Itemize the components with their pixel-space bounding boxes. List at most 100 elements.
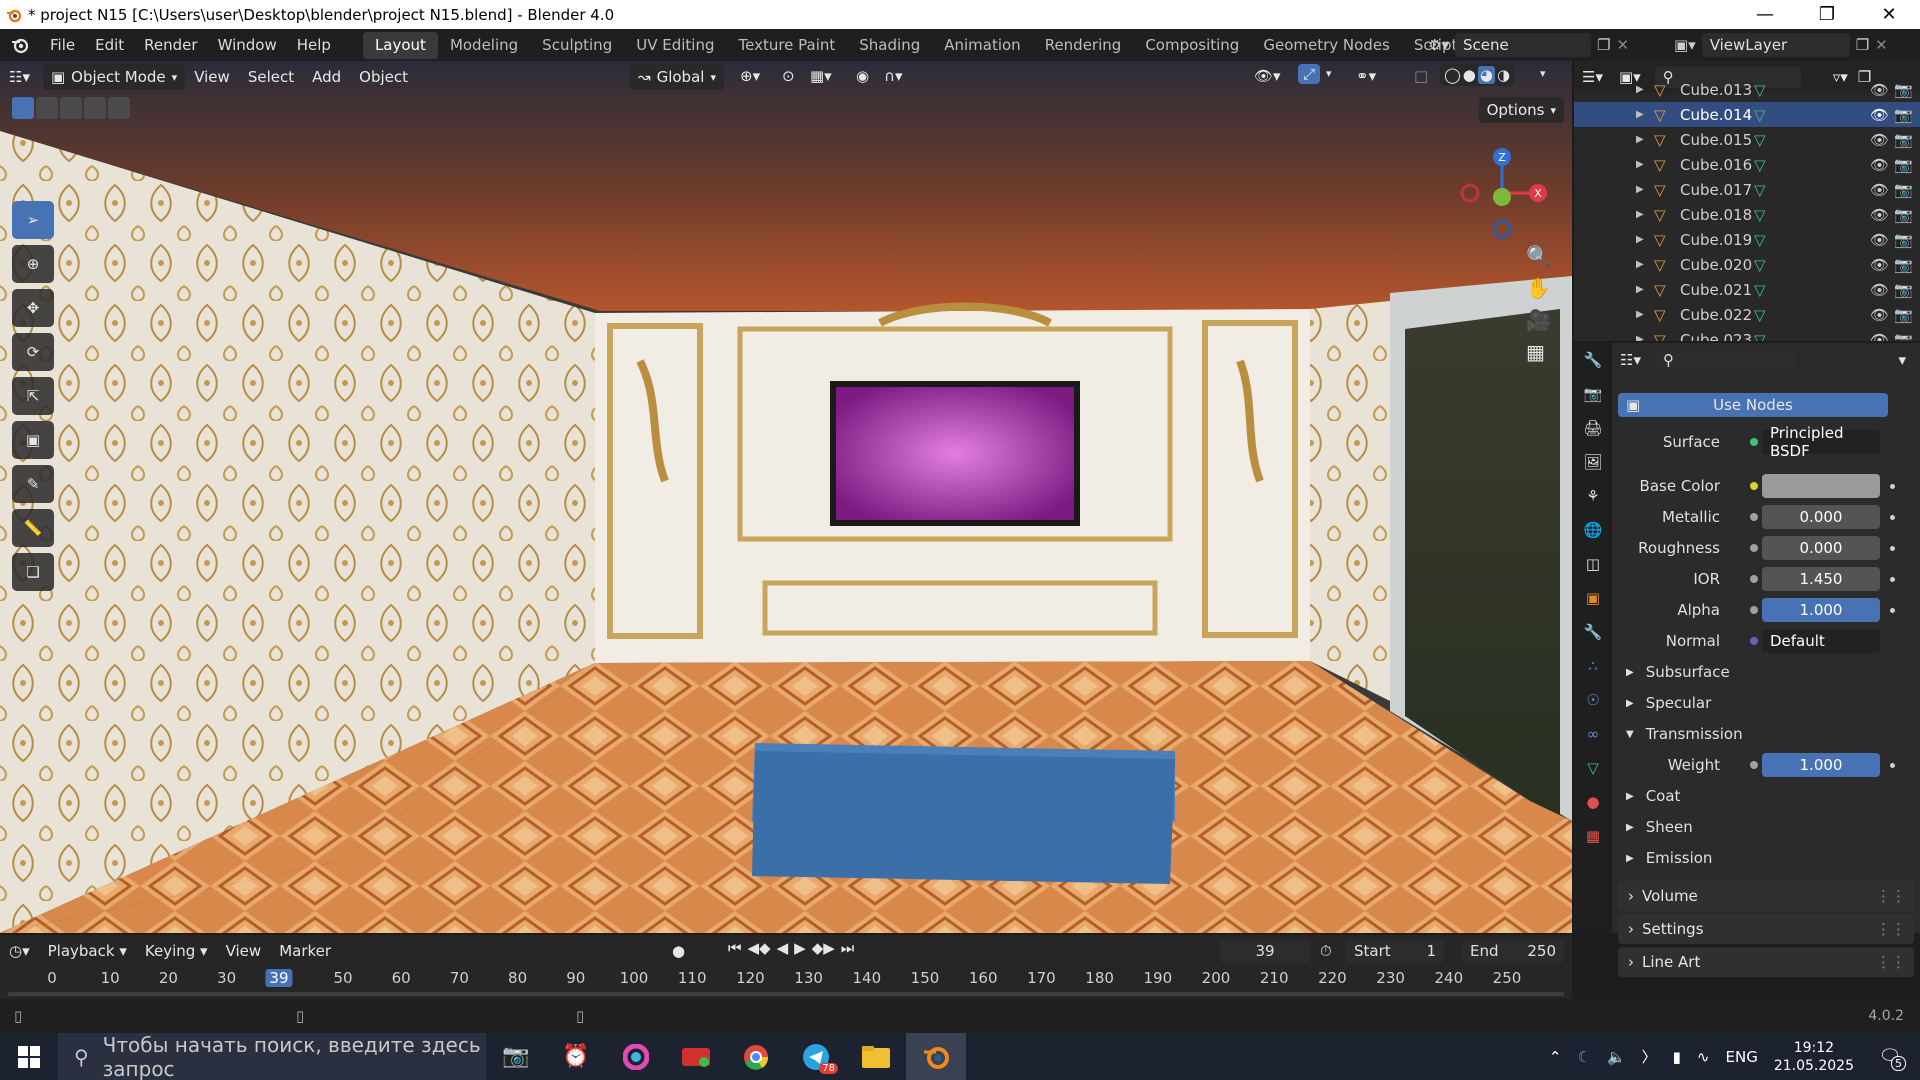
jump-start-icon[interactable]: ⏮ [728, 939, 742, 957]
view-layer-icon[interactable]: ▣▾ [1674, 36, 1696, 54]
visibility-eye-icon[interactable]: 👁 [1870, 281, 1889, 299]
expand-arrow-icon[interactable]: ▶ [1636, 184, 1644, 195]
expand-arrow-icon[interactable]: ▶ [1636, 309, 1644, 320]
surface-shader-field[interactable]: Principled BSDF [1762, 424, 1880, 460]
transmission-subpanel[interactable]: ▼ Transmission [1626, 721, 1743, 747]
maximize-button[interactable]: ❐ [1796, 0, 1858, 29]
mesh-data-icon[interactable]: ▽ [1754, 231, 1766, 249]
gizmo-neg-x-axis[interactable] [1460, 183, 1480, 203]
constraints-tab-icon[interactable]: ∞ [1574, 717, 1612, 751]
marker-menu[interactable]: Marker [270, 942, 340, 960]
drag-handle-icon[interactable]: ⋮⋮ [1876, 953, 1906, 971]
world-tab-icon[interactable]: 🌐 [1574, 513, 1612, 547]
expand-arrow-icon[interactable]: ▶ [1636, 134, 1644, 145]
pivot-point-icon[interactable]: ⊕▾ [740, 67, 760, 85]
add-cube-tool-icon[interactable]: ❏ [12, 553, 54, 591]
workspace-tab-modeling[interactable]: Modeling [438, 32, 530, 59]
expand-arrow-icon[interactable]: ▶ [1636, 259, 1644, 270]
workspace-tab-uv-editing[interactable]: UV Editing [624, 32, 726, 59]
outliner-row[interactable]: ▶ ▽ Cube.020 ▽ 👁 📷 [1574, 252, 1920, 277]
keying-menu[interactable]: Keying ▾ [136, 942, 217, 960]
3d-viewport[interactable]: ☷▾ ▣ Object Mode ▾ View Select Add Objec… [0, 61, 1572, 933]
outliner-row[interactable]: ▶ ▽ Cube.015 ▽ 👁 📷 [1574, 127, 1920, 152]
view-layer-field[interactable]: ViewLayer [1701, 33, 1850, 57]
frame-ruler[interactable]: 0 10 20 30 39 50 60 70 80 90 100 110 120 130 140 150 160… [0, 967, 1572, 989]
alpha-field[interactable]: 1.000 [1762, 598, 1880, 622]
keyframe-dot-icon[interactable] [1890, 484, 1895, 489]
workspace-tab-sculpting[interactable]: Sculpting [530, 32, 624, 59]
zoom-icon[interactable]: 🔍 [1526, 244, 1556, 268]
visibility-eye-icon[interactable]: 👁 [1870, 106, 1889, 124]
overlays-icon[interactable]: ⚭▾ [1356, 67, 1376, 85]
measure-tool-icon[interactable]: 📏 [12, 509, 54, 547]
particles-tab-icon[interactable]: ∴ [1574, 649, 1612, 683]
subsurface-subpanel[interactable]: ▶ Subsurface [1626, 659, 1730, 685]
properties-options-icon[interactable]: ▾ [1898, 351, 1906, 369]
delete-view-layer-icon[interactable]: ✕ [1875, 36, 1888, 54]
metallic-field[interactable]: 0.000 [1762, 505, 1880, 529]
mesh-data-icon[interactable]: ▽ [1754, 131, 1766, 149]
emission-subpanel[interactable]: ▶ Emission [1626, 845, 1712, 871]
render-tab-icon[interactable]: 📷 [1574, 377, 1612, 411]
outliner-row[interactable]: ▶ ▽ Cube.013 ▽ 👁 📷 [1574, 77, 1920, 102]
timeline-scrollbar[interactable] [8, 992, 1564, 996]
play-icon[interactable]: ▶ [794, 939, 806, 957]
roughness-field[interactable]: 0.000 [1762, 536, 1880, 560]
wireframe-shading-icon[interactable]: ◯ [1444, 66, 1461, 84]
select-difference-icon[interactable] [84, 97, 106, 119]
workspace-tab-layout[interactable]: Layout [362, 31, 438, 59]
wifi-icon[interactable]: ∿ [1697, 1048, 1710, 1066]
select-subtract-icon[interactable] [60, 97, 82, 119]
viewport-menu-object[interactable]: Object [350, 68, 417, 86]
falloff-icon[interactable]: ∩▾ [884, 67, 903, 85]
material-shading-icon[interactable]: ◕ [1477, 66, 1495, 84]
visibility-eye-icon[interactable]: 👁 [1870, 206, 1889, 224]
notification-center-icon[interactable]: 🗨 5 [1870, 1046, 1910, 1071]
expand-arrow-icon[interactable]: ▶ [1636, 159, 1644, 170]
xray-icon[interactable]: □ [1414, 67, 1428, 85]
tray-overflow-icon[interactable]: ⌃ [1549, 1048, 1562, 1066]
expand-arrow-icon[interactable]: ▶ [1636, 234, 1644, 245]
render-camera-icon[interactable]: 📷 [1894, 231, 1913, 249]
perspective-grid-icon[interactable]: ▦ [1526, 340, 1556, 364]
drag-handle-icon[interactable]: ⋮⋮ [1876, 920, 1906, 938]
render-camera-icon[interactable]: 📷 [1894, 256, 1913, 274]
mesh-data-icon[interactable]: ▽ [1754, 81, 1766, 99]
expand-arrow-icon[interactable]: ▶ [1636, 284, 1644, 295]
prev-keyframe-icon[interactable]: ◀◆ [748, 939, 771, 957]
outliner-row[interactable]: ▶ ▽ Cube.021 ▽ 👁 📷 [1574, 277, 1920, 302]
blender-menu-icon[interactable] [0, 29, 40, 61]
object-tab-icon[interactable]: ▣ [1574, 581, 1612, 615]
visibility-icon[interactable]: 👁▾ [1254, 67, 1281, 85]
battery-icon[interactable]: ▮ [1673, 1048, 1681, 1066]
select-intersect-icon[interactable] [108, 97, 130, 119]
workspace-tab-texture-paint[interactable]: Texture Paint [726, 32, 847, 59]
viewport-menu-view[interactable]: View [185, 68, 239, 86]
rendered-shading-icon[interactable]: ◑ [1497, 66, 1510, 84]
visibility-eye-icon[interactable]: 👁 [1870, 156, 1889, 174]
select-new-icon[interactable] [12, 97, 34, 119]
gizmo-toggle-icon[interactable]: ⤢ [1298, 64, 1321, 84]
camera-view-icon[interactable]: 🎥 [1526, 308, 1556, 332]
keyframe-dot-icon[interactable] [1890, 763, 1895, 768]
snap-icon[interactable]: ⊙ [782, 67, 795, 85]
volume-icon[interactable]: 🔈 [1607, 1048, 1626, 1066]
mesh-data-icon[interactable]: ▽ [1754, 181, 1766, 199]
new-view-layer-icon[interactable]: ❐ [1856, 36, 1869, 54]
keyframe-dot-icon[interactable] [1890, 608, 1895, 613]
select-extend-icon[interactable] [36, 97, 58, 119]
clock[interactable]: 19:12 21.05.2025 [1774, 1039, 1854, 1075]
texture-tab-icon[interactable]: ▦ [1574, 819, 1612, 853]
ior-field[interactable]: 1.450 [1762, 567, 1880, 591]
outliner-row[interactable]: ▶ ▽ Cube.014 ▽ 👁 📷 [1574, 102, 1920, 127]
snap-target-icon[interactable]: ▦▾ [810, 67, 832, 85]
visibility-eye-icon[interactable]: 👁 [1870, 131, 1889, 149]
visibility-eye-icon[interactable]: 👁 [1870, 231, 1889, 249]
shading-options-icon[interactable]: ▾ [1540, 67, 1546, 80]
menu-edit[interactable]: Edit [85, 29, 134, 61]
properties-editor-type-icon[interactable]: ☷▾ [1620, 351, 1641, 369]
outliner-row[interactable]: ▶ ▽ Cube.016 ▽ 👁 📷 [1574, 152, 1920, 177]
transmission-weight-field[interactable]: 1.000 [1762, 753, 1880, 777]
expand-arrow-icon[interactable]: ▶ [1636, 109, 1644, 120]
auto-keying-icon[interactable]: ● [672, 942, 685, 960]
